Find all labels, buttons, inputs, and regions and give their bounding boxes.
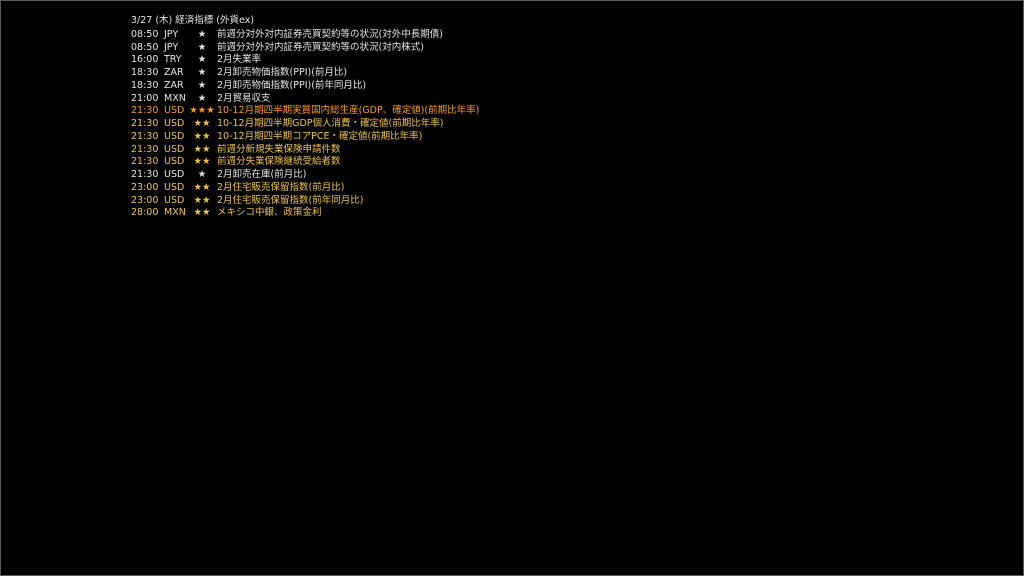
- event-time: 18:30: [131, 79, 159, 91]
- event-row: 21:30 USD ★ 2月卸売在庫(前月比): [131, 169, 479, 182]
- importance-stars-icon: ★★: [193, 143, 211, 155]
- event-currency: ZAR: [164, 67, 184, 78]
- event-currency: TRY: [164, 54, 182, 66]
- event-row: 21:30 USD ★★ 前週分失業保険継続受給者数: [131, 156, 479, 169]
- event-time: 21:30: [131, 130, 159, 142]
- event-title: 10-12月期四半期実質国内総生産(GDP、確定値)(前期比年率): [217, 105, 480, 117]
- importance-stars-icon: ★★★: [189, 105, 215, 117]
- event-title: 2月卸売在庫(前月比): [217, 169, 307, 180]
- event-time: 18:30: [131, 67, 159, 78]
- event-list: 08:50 JPY ★ 前週分対外対内証券売買契約等の状況(対外中長期債) 08:50 J…: [131, 29, 479, 220]
- event-currency: USD: [164, 181, 185, 193]
- event-row: 21:30 USD ★★★ 10-12月期四半期実質国内総生産(GDP、確定値)(前期…: [131, 105, 479, 118]
- event-title: 2月卸売物価指数(PPI)(前月比): [217, 67, 348, 78]
- event-currency: USD: [164, 105, 185, 117]
- event-row: 21:30 USD ★★ 前週分新規失業保険申請件数: [131, 144, 479, 157]
- event-time: 23:00: [131, 194, 159, 206]
- event-currency: USD: [164, 169, 185, 180]
- importance-stars-icon: ★★: [193, 207, 211, 219]
- event-row: 23:00 USD ★★ 2月住宅販売保留指数(前年同月比): [131, 195, 479, 208]
- event-currency: USD: [164, 118, 185, 129]
- event-time: 21:30: [131, 169, 159, 180]
- event-currency: MXN: [164, 207, 186, 219]
- event-currency: JPY: [164, 28, 179, 40]
- event-title: 前週分新規失業保険申請件数: [217, 143, 341, 155]
- event-title: 10-12月期四半期コアPCE・確定値(前期比年率): [217, 130, 423, 142]
- calendar-date-header: 3/27 (木) 経済指標 (外貨ex): [131, 15, 255, 26]
- event-currency: USD: [164, 194, 185, 206]
- screen-frame: 3/27 (木) 経済指標 (外貨ex) 08:50 JPY ★ 前週分対外対内証券売…: [0, 0, 1024, 576]
- event-currency: ZAR: [164, 79, 184, 91]
- event-currency: MXN: [164, 92, 186, 104]
- event-time: 21:00: [131, 92, 159, 104]
- event-title: 前週分対外対内証券売買契約等の状況(対内株式): [217, 41, 424, 53]
- event-row: 21:30 USD ★★ 10-12月期四半期コアPCE・確定値(前期比年率): [131, 131, 479, 144]
- event-time: 08:50: [131, 28, 159, 40]
- importance-stars-icon: ★★: [193, 130, 211, 142]
- importance-stars-icon: ★: [197, 41, 207, 53]
- event-time: 21:30: [131, 118, 159, 129]
- event-time: 08:50: [131, 41, 159, 53]
- event-time: 21:30: [131, 105, 159, 117]
- importance-stars-icon: ★★: [193, 118, 211, 129]
- event-title: 前週分対外対内証券売買契約等の状況(対外中長期債): [217, 28, 443, 40]
- event-time: 21:30: [131, 143, 159, 155]
- event-time: 23:00: [131, 181, 159, 193]
- event-title: 2月貿易収支: [217, 92, 271, 104]
- importance-stars-icon: ★★: [193, 181, 211, 193]
- event-row: 21:00 MXN ★ 2月貿易収支: [131, 93, 479, 106]
- event-row: 18:30 ZAR ★ 2月卸売物価指数(PPI)(前月比): [131, 67, 479, 80]
- event-currency: USD: [164, 156, 185, 168]
- event-title: 2月失業率: [217, 54, 262, 66]
- event-time: 16:00: [131, 54, 159, 66]
- event-currency: USD: [164, 143, 185, 155]
- importance-stars-icon: ★★: [193, 156, 211, 168]
- importance-stars-icon: ★: [197, 67, 207, 78]
- importance-stars-icon: ★: [197, 54, 207, 66]
- event-title: 2月卸売物価指数(PPI)(前年同月比): [217, 79, 367, 91]
- event-title: 2月住宅販売保留指数(前月比): [217, 181, 345, 193]
- event-currency: USD: [164, 130, 185, 142]
- event-currency: JPY: [164, 41, 179, 53]
- event-title: 10-12月期四半期GDP個人消費・確定値(前期比年率): [217, 118, 444, 129]
- importance-stars-icon: ★: [197, 79, 207, 91]
- event-time: 21:30: [131, 156, 159, 168]
- event-title: 前週分失業保険継続受給者数: [217, 156, 341, 168]
- event-row: 23:00 USD ★★ 2月住宅販売保留指数(前月比): [131, 182, 479, 195]
- event-row: 21:30 USD ★★ 10-12月期四半期GDP個人消費・確定値(前期比年率): [131, 118, 479, 131]
- event-title: メキシコ中銀、政策金利: [217, 207, 322, 219]
- event-time: 28:00: [131, 207, 159, 219]
- importance-stars-icon: ★: [197, 92, 207, 104]
- event-row: 28:00 MXN ★★ メキシコ中銀、政策金利: [131, 207, 479, 220]
- importance-stars-icon: ★: [197, 28, 207, 40]
- event-row: 16:00 TRY ★ 2月失業率: [131, 54, 479, 67]
- event-title: 2月住宅販売保留指数(前年同月比): [217, 194, 364, 206]
- importance-stars-icon: ★: [197, 169, 207, 180]
- event-row: 08:50 JPY ★ 前週分対外対内証券売買契約等の状況(対内株式): [131, 42, 479, 55]
- importance-stars-icon: ★★: [193, 194, 211, 206]
- event-row: 08:50 JPY ★ 前週分対外対内証券売買契約等の状況(対外中長期債): [131, 29, 479, 42]
- economic-calendar-panel: 3/27 (木) 経済指標 (外貨ex) 08:50 JPY ★ 前週分対外対内証券売…: [131, 15, 479, 220]
- event-row: 18:30 ZAR ★ 2月卸売物価指数(PPI)(前年同月比): [131, 80, 479, 93]
